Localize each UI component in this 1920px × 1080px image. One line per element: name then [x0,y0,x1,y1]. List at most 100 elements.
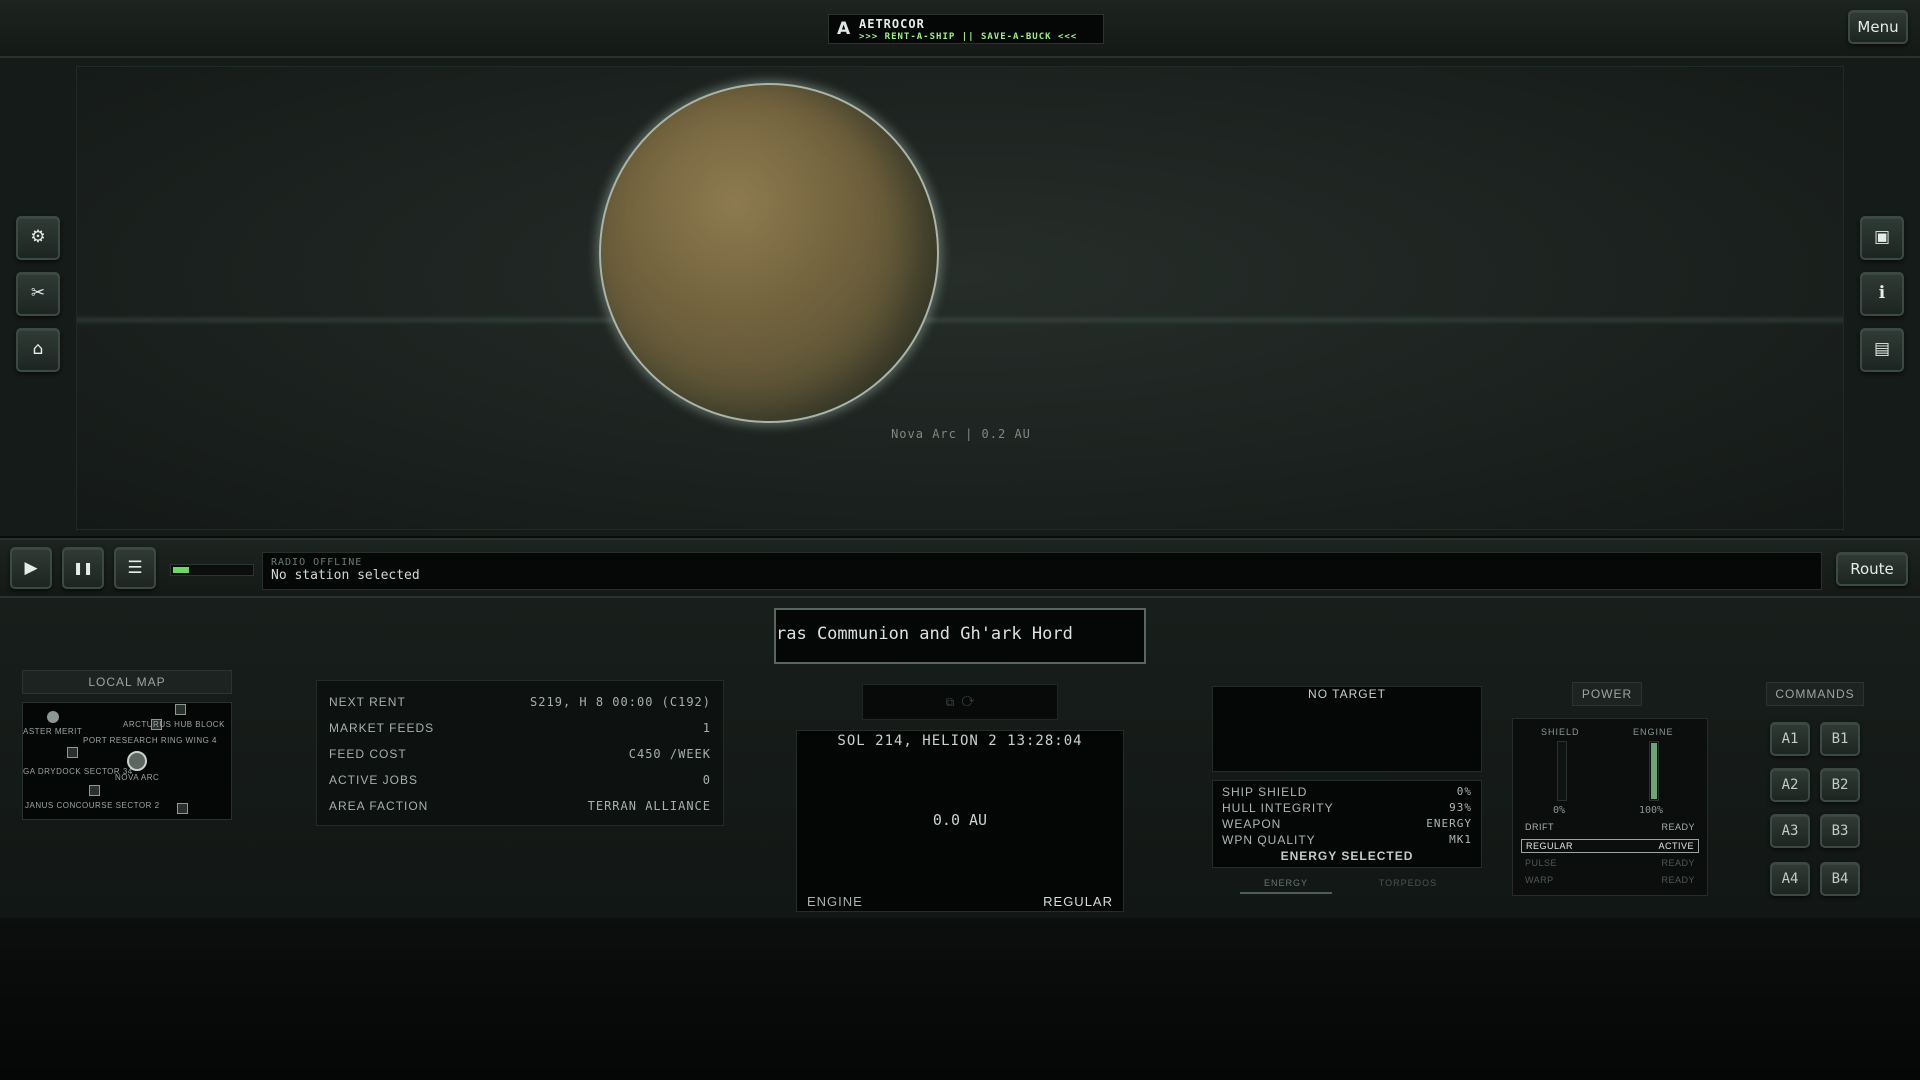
ship-stat-value: 0% [1456,785,1472,798]
target-display: NO TARGET [1212,686,1482,772]
shield-power-value: 0% [1553,805,1566,816]
tools-button[interactable]: ✂ [16,272,60,316]
play-icon: ▶ [24,558,38,578]
ship-stat-row: WPN QUALITY MK1 [1222,832,1472,848]
gear-icon: ⚙ [30,227,46,247]
power-panel: SHIELD ENGINE 0% 100% DRIFT READY REGULAR… [1512,718,1708,896]
ship-stat-value: 93% [1449,801,1472,814]
menu-button[interactable]: Menu [1848,10,1908,44]
ship-stat-label: WPN QUALITY [1222,833,1316,847]
command-b2-button[interactable]: B2 [1820,768,1860,802]
map-node-drydock[interactable] [67,747,78,758]
stat-value: C450 /WEEK [628,747,711,761]
stat-value: 1 [702,721,711,735]
radio-display: RADIO OFFLINE No station selected [262,552,1822,590]
mode-name: WARP [1525,875,1554,885]
map-node-janus[interactable] [177,803,188,814]
map-node-aster-merit[interactable] [47,711,59,723]
stat-row: ACTIVE JOBS 0 [329,767,711,793]
tab-energy[interactable]: ENERGY [1240,878,1332,894]
pause-button[interactable]: ❚❚ [62,547,104,589]
nav-distance: 0.0 AU [932,811,988,829]
stat-value: S219, H 8 00:00 (C192) [530,695,711,709]
map-label: JANUS CONCOURSE SECTOR 2 [25,801,160,810]
map-label: ARCTURUS HUB BLOCK [123,720,225,729]
chat-icon: ▤ [1873,339,1891,359]
hud-footer [0,918,1920,1080]
scanline [77,315,1843,325]
weapon-selected: ENERGY SELECTED [1280,849,1414,863]
nav-toolbar-icons: ⧉ ⟳ [945,695,975,709]
engine-power-value: 100% [1639,805,1664,816]
engine-power-fill [1651,743,1657,799]
cargo-icon: ▣ [1873,227,1891,247]
route-button[interactable]: Route [1836,552,1908,586]
engine-power-bar[interactable] [1649,741,1659,801]
command-a2-button[interactable]: A2 [1770,768,1810,802]
command-a3-button[interactable]: A3 [1770,814,1810,848]
radio-progress[interactable] [170,564,254,576]
map-label: ASTER MERIT [23,727,83,736]
shield-label: SHIELD [1541,727,1580,737]
engine-label: ENGINE [1633,727,1674,737]
nav-date: SOL 214, HELION 2 13:28:04 [837,733,1083,749]
brand-slogan: >>> RENT-A-SHIP || SAVE-A-BUCK <<< [859,32,1078,42]
list-icon: ☰ [127,558,143,578]
map-current-location[interactable] [127,751,147,771]
mode-pulse[interactable]: PULSE READY [1521,857,1699,871]
planet-label: Nova Arc | 0.2 AU [891,427,1031,441]
stat-row: MARKET FEEDS 1 [329,715,711,741]
play-button[interactable]: ▶ [10,547,52,589]
ship-status: SHIP SHIELD 0% HULL INTEGRITY 93% WEAPON EN… [1212,780,1482,868]
stat-label: FEED COST [329,747,407,761]
command-b1-button[interactable]: B1 [1820,722,1860,756]
news-ticker: ras Communion and Gh'ark Hord [774,608,1146,664]
info-button[interactable]: ℹ [1860,272,1904,316]
playlist-button[interactable]: ☰ [114,547,156,589]
tab-torpedos[interactable]: TORPEDOS [1362,878,1454,894]
map-label: PORT RESEARCH RING WING 4 [83,736,217,745]
stat-row: AREA FACTION TERRAN ALLIANCE [329,793,711,819]
mode-state: READY [1661,858,1695,868]
radio-status: RADIO OFFLINE [271,557,363,568]
ship-stat-value: ENERGY [1426,817,1472,830]
ship-stat-label: HULL INTEGRITY [1222,801,1334,815]
chat-button[interactable]: ▤ [1860,328,1904,372]
ship-stat-label: SHIP SHIELD [1222,785,1308,799]
mode-regular[interactable]: REGULAR ACTIVE [1521,839,1699,853]
mode-drift[interactable]: DRIFT READY [1521,821,1699,835]
mode-name: PULSE [1525,858,1558,868]
mode-name: REGULAR [1526,841,1574,851]
brand-name: AETROCOR [859,17,925,31]
brand-banner: A AETROCOR >>> RENT-A-SHIP || SAVE-A-BUC… [828,14,1104,44]
command-a4-button[interactable]: A4 [1770,862,1810,896]
command-b4-button[interactable]: B4 [1820,862,1860,896]
mode-state: READY [1661,875,1695,885]
planet[interactable] [599,83,939,423]
map-node[interactable] [89,785,100,796]
tools-icon: ✂ [30,283,46,303]
command-a1-button[interactable]: A1 [1770,722,1810,756]
ship-stat-row: WEAPON ENERGY [1222,816,1472,832]
stat-row: NEXT RENT S219, H 8 00:00 (C192) [329,689,711,715]
settings-button[interactable]: ⚙ [16,216,60,260]
space-viewport: Nova Arc | 0.2 AU [76,66,1844,530]
ship-stat-value: MK1 [1449,833,1472,846]
power-title: POWER [1572,682,1642,706]
stat-value: 0 [702,773,711,787]
brand-logo-icon: A [837,19,851,39]
mode-warp[interactable]: WARP READY [1521,874,1699,888]
command-b3-button[interactable]: B3 [1820,814,1860,848]
local-map-title: LOCAL MAP [22,670,232,694]
radio-station: No station selected [271,568,420,583]
shield-power-bar[interactable] [1557,741,1567,801]
nav-engine-label: ENGINE [807,894,863,909]
local-map[interactable]: ASTER MERIT ARCTURUS HUB BLOCK PORT RESE… [22,702,232,820]
map-label: NOVA ARC [115,773,160,782]
cargo-button[interactable]: ▣ [1860,216,1904,260]
nav-toolbar[interactable]: ⧉ ⟳ [862,684,1058,720]
map-node[interactable] [175,704,186,715]
shop-button[interactable]: ⌂ [16,328,60,372]
stat-label: NEXT RENT [329,695,406,709]
stat-label: MARKET FEEDS [329,721,435,735]
